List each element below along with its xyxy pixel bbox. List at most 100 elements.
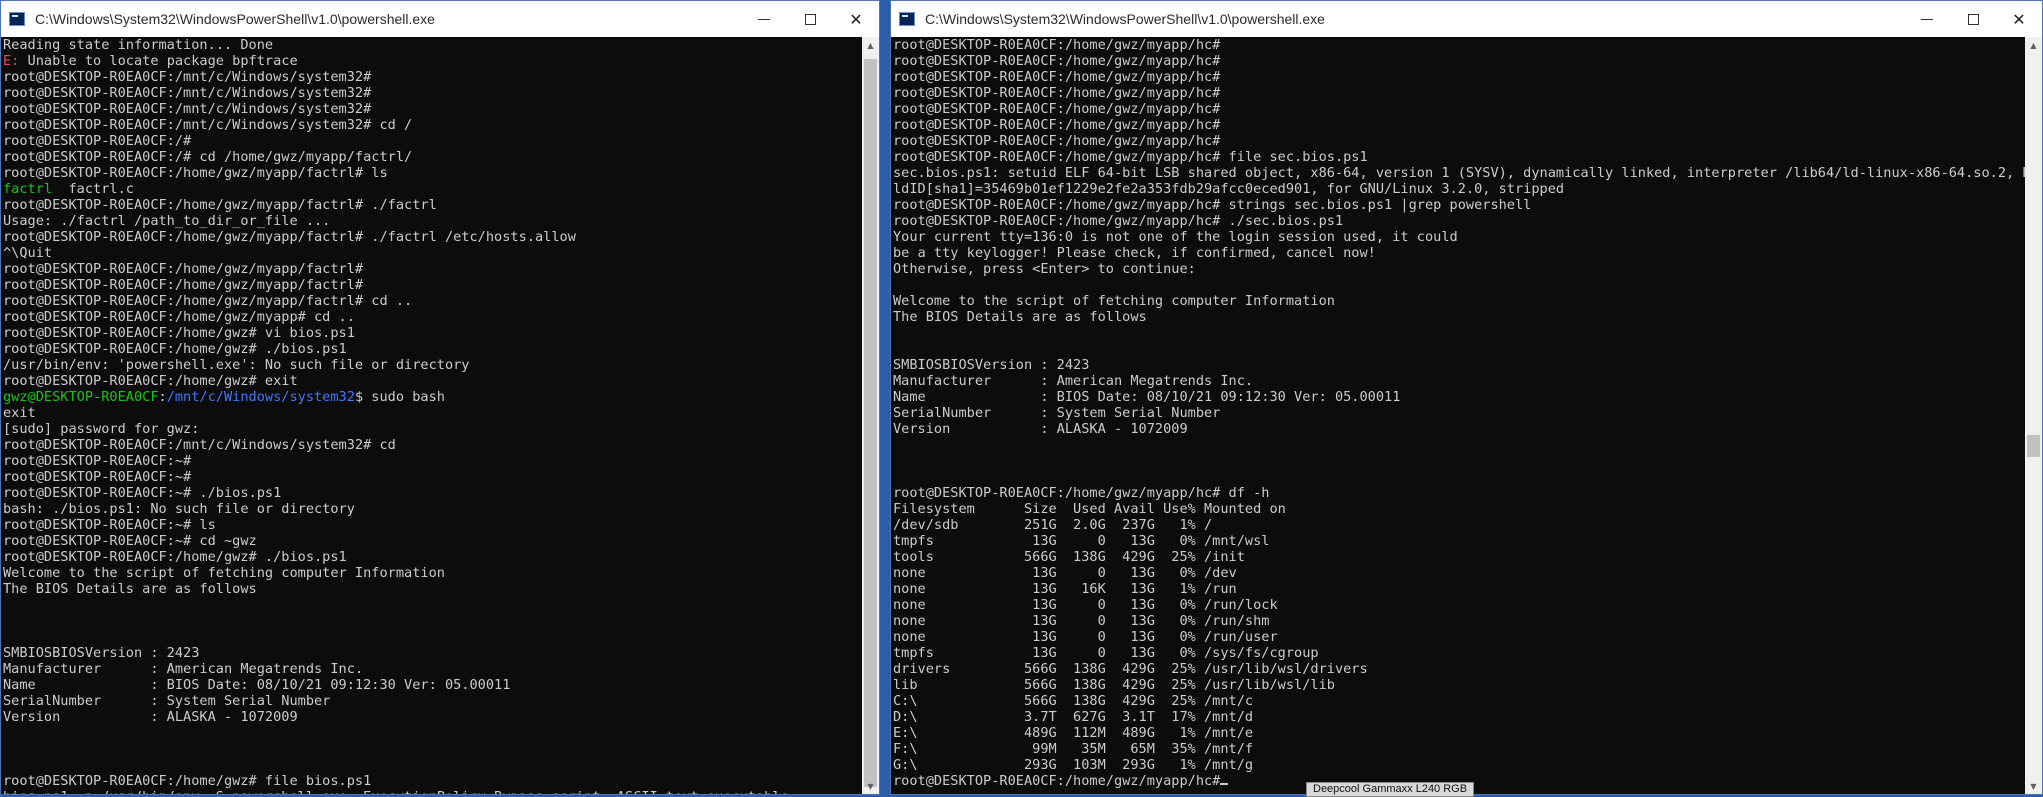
terminal-line: none 13G 16K 13G 1% /run <box>893 581 1237 597</box>
scroll-up-arrow-icon[interactable]: ▲ <box>862 37 879 53</box>
powershell-window-left[interactable]: C:\Windows\System32\WindowsPowerShell\v1… <box>0 0 880 795</box>
terminal-line: sec.bios.ps1: setuid ELF 64-bit LSB shar… <box>893 165 2025 181</box>
close-button[interactable]: ✕ <box>1996 1 2042 37</box>
scroll-down-arrow-icon[interactable]: ▼ <box>862 778 879 794</box>
terminal-line: SerialNumber : System Serial Number <box>3 693 331 709</box>
terminal-output[interactable]: Reading state information... Done E: Unab… <box>1 37 862 794</box>
close-button[interactable]: ✕ <box>833 1 879 37</box>
terminal-line: Otherwise, press <Enter> to continue: <box>893 261 1196 277</box>
terminal-line: root@DESKTOP-R0EA0CF:/home/gwz/myapp# cd… <box>3 309 355 325</box>
terminal-line: be a tty keylogger! Please check, if con… <box>893 245 1376 261</box>
terminal-line: root@DESKTOP-R0EA0CF:/# cd /home/gwz/mya… <box>3 149 413 165</box>
terminal-line: root@DESKTOP-R0EA0CF:/mnt/c/Windows/syst… <box>3 117 413 133</box>
terminal-line: root@DESKTOP-R0EA0CF:/home/gwz/myapp/hc# <box>893 85 1221 101</box>
terminal-line: Manufacturer : American Megatrends Inc. <box>893 373 1254 389</box>
terminal-line: C:\ 566G 138G 429G 25% /mnt/c <box>893 693 1254 709</box>
close-icon: ✕ <box>849 9 863 29</box>
terminal-line: [sudo] password for gwz: <box>3 421 200 437</box>
window-title: C:\Windows\System32\WindowsPowerShell\v1… <box>35 11 435 27</box>
terminal-line: root@DESKTOP-R0EA0CF:/home/gwz/myapp/hc#… <box>893 197 1532 213</box>
terminal-line: root@DESKTOP-R0EA0CF:/home/gwz/myapp/hc# <box>893 53 1221 69</box>
title-bar[interactable]: C:\Windows\System32\WindowsPowerShell\v1… <box>891 1 2042 37</box>
line-segment: E: <box>3 53 20 69</box>
terminal-line: /dev/sdb 251G 2.0G 237G 1% / <box>893 517 1213 533</box>
terminal-line: root@DESKTOP-R0EA0CF:/home/gwz/myapp/hc#… <box>893 485 1270 501</box>
terminal-line: root@DESKTOP-R0EA0CF:/home/gwz/myapp/hc# <box>893 37 1221 53</box>
minimize-icon <box>758 18 770 20</box>
scrollbar-thumb[interactable] <box>2027 435 2040 457</box>
terminal-line: Version : ALASKA - 1072009 <box>893 421 1188 437</box>
powershell-window-right[interactable]: C:\Windows\System32\WindowsPowerShell\v1… <box>890 0 2043 795</box>
terminal-line: root@DESKTOP-R0EA0CF:/home/gwz/myapp/fac… <box>3 229 576 245</box>
line-segment: factrl <box>3 181 53 197</box>
maximize-button[interactable] <box>1950 1 1996 37</box>
terminal-line: F:\ 99M 35M 65M 35% /mnt/f <box>893 741 1254 757</box>
terminal-line: root@DESKTOP-R0EA0CF:/mnt/c/Windows/syst… <box>3 85 372 101</box>
window-title: C:\Windows\System32\WindowsPowerShell\v1… <box>925 11 1325 27</box>
powershell-icon <box>899 12 915 26</box>
terminal-line: root@DESKTOP-R0EA0CF:/home/gwz# ./bios.p… <box>3 549 347 565</box>
terminal-line: SMBIOSBIOSVersion : 2423 <box>893 357 1090 373</box>
terminal-line: root@DESKTOP-R0EA0CF:/home/gwz# exit <box>3 373 298 389</box>
terminal-line: root@DESKTOP-R0EA0CF:/mnt/c/Windows/syst… <box>3 69 372 85</box>
line-segment: /mnt/c/Windows/system32 <box>166 389 355 405</box>
terminal-line: root@DESKTOP-R0EA0CF:/home/gwz/myapp/hc#… <box>893 213 1344 229</box>
terminal-output[interactable]: root@DESKTOP-R0EA0CF:/home/gwz/myapp/hc#… <box>891 37 2025 794</box>
maximize-icon <box>1967 13 1979 25</box>
minimize-button[interactable] <box>1904 1 1950 37</box>
terminal-line: G:\ 293G 103M 293G 1% /mnt/g <box>893 757 1254 773</box>
terminal-line: SerialNumber : System Serial Number <box>893 405 1221 421</box>
terminal-line: SMBIOSBIOSVersion : 2423 <box>3 645 200 661</box>
minimize-button[interactable] <box>741 1 787 37</box>
maximize-icon <box>804 13 816 25</box>
terminal-line: Manufacturer : American Megatrends Inc. <box>3 661 364 677</box>
terminal-line: root@DESKTOP-R0EA0CF:/home/gwz# vi bios.… <box>3 325 355 341</box>
terminal-line: /usr/bin/env: 'powershell.exe': No such … <box>3 357 470 373</box>
terminal-line: The BIOS Details are as follows <box>3 581 257 597</box>
terminal-line: tools 566G 138G 429G 25% /init <box>893 549 1245 565</box>
line-segment: factrl.c <box>52 181 134 197</box>
terminal-line: none 13G 0 13G 0% /run/lock <box>893 597 1278 613</box>
vertical-scrollbar[interactable]: ▲ ▼ <box>2025 37 2042 794</box>
vertical-scrollbar[interactable]: ▲ ▼ <box>862 37 879 794</box>
terminal-line: none 13G 0 13G 0% /dev <box>893 565 1237 581</box>
terminal-line: Welcome to the script of fetching comput… <box>3 565 445 581</box>
title-bar[interactable]: C:\Windows\System32\WindowsPowerShell\v1… <box>1 1 879 37</box>
terminal-line: root@DESKTOP-R0EA0CF:/home/gwz/myapp/hc# <box>893 101 1221 117</box>
terminal-line: root@DESKTOP-R0EA0CF:/home/gwz/myapp/hc# <box>893 133 1221 149</box>
terminal-line: exit <box>3 405 36 421</box>
terminal-line: The BIOS Details are as follows <box>893 309 1147 325</box>
terminal-line: root@DESKTOP-R0EA0CF:~# ls <box>3 517 216 533</box>
terminal-line: drivers 566G 138G 429G 25% /usr/lib/wsl/… <box>893 661 1368 677</box>
terminal-line: root@DESKTOP-R0EA0CF:/home/gwz# file bio… <box>3 773 372 789</box>
scroll-down-arrow-icon[interactable]: ▼ <box>2025 778 2042 794</box>
line-segment: $ sudo bash <box>354 389 445 405</box>
scroll-up-arrow-icon[interactable]: ▲ <box>2025 37 2042 53</box>
close-icon: ✕ <box>2012 9 2026 29</box>
terminal-line: ^\Quit <box>3 245 53 261</box>
powershell-icon <box>9 12 25 26</box>
terminal-line: bios.ps1: a /usr/bin/env -S powershell.e… <box>3 789 862 794</box>
terminal-line: root@DESKTOP-R0EA0CF:/home/gwz/myapp/fac… <box>3 165 388 181</box>
terminal-line: none 13G 0 13G 0% /run/shm <box>893 613 1270 629</box>
terminal-line: Filesystem Size Used Avail Use% Mounted … <box>893 501 1286 517</box>
terminal-line: root@DESKTOP-R0EA0CF:/mnt/c/Windows/syst… <box>3 437 396 453</box>
cursor <box>1220 783 1229 785</box>
terminal-line: root@DESKTOP-R0EA0CF:~# ./bios.ps1 <box>3 485 282 501</box>
scrollbar-thumb[interactable] <box>864 59 877 787</box>
terminal-line: Usage: ./factrl /path_to_dir_or_file ... <box>3 213 331 229</box>
terminal-line: root@DESKTOP-R0EA0CF:/mnt/c/Windows/syst… <box>3 101 372 117</box>
terminal-line: root@DESKTOP-R0EA0CF:/home/gwz/myapp/hc# <box>893 117 1221 133</box>
terminal-line: root@DESKTOP-R0EA0CF:/home/gwz# ./bios.p… <box>3 341 347 357</box>
terminal-line: root@DESKTOP-R0EA0CF:/home/gwz/myapp/hc# <box>893 69 1221 85</box>
maximize-button[interactable] <box>787 1 833 37</box>
terminal-line: root@DESKTOP-R0EA0CF:~# <box>3 453 192 469</box>
terminal-line: E:\ 489G 112M 489G 1% /mnt/e <box>893 725 1254 741</box>
